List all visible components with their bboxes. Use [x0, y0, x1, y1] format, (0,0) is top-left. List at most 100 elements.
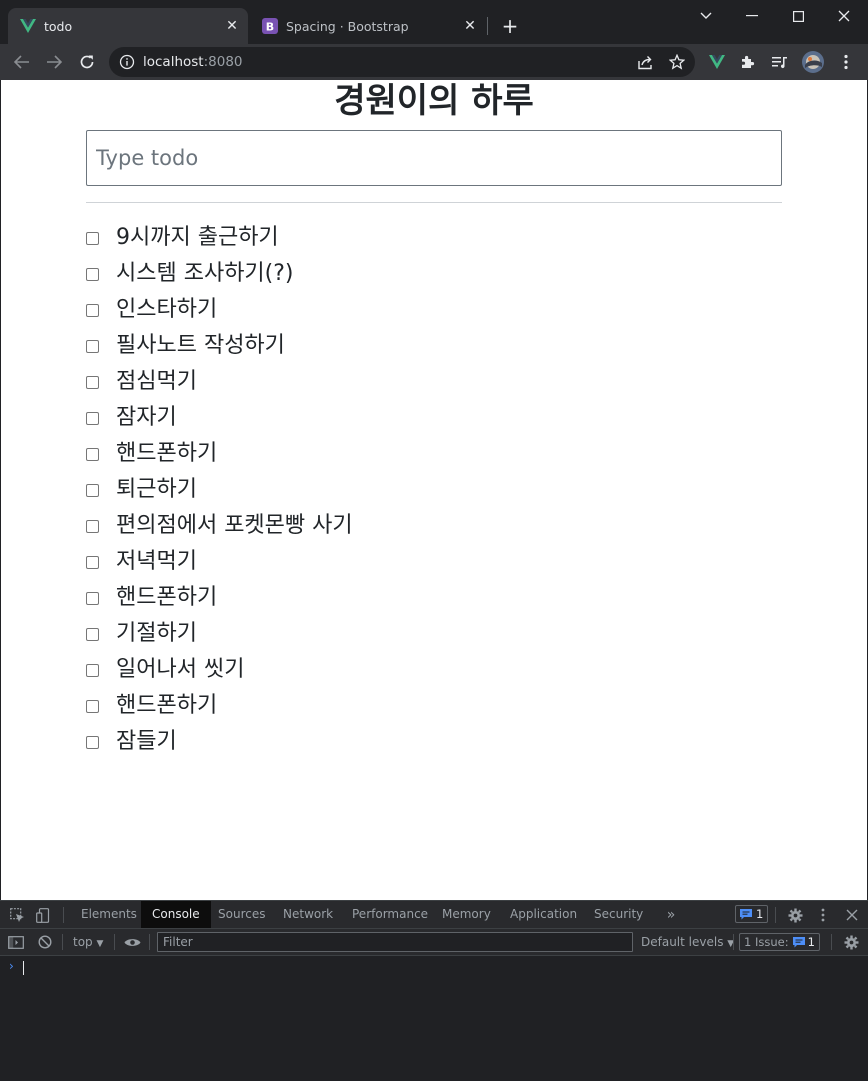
todo-item: 핸드폰하기: [86, 580, 353, 616]
todo-text: 편의점에서 포켓몬빵 사기: [116, 513, 353, 538]
todo-text: 필사노트 작성하기: [116, 333, 285, 358]
console-prompt-chevron-icon: ›: [9, 959, 14, 973]
console-output[interactable]: ›: [0, 956, 868, 1081]
url-host: localhost: [143, 54, 204, 70]
devtools-tab-console[interactable]: Console: [141, 901, 211, 928]
todo-checkbox[interactable]: [86, 411, 99, 425]
new-tab-button[interactable]: +: [498, 14, 522, 38]
todo-checkbox[interactable]: [86, 339, 99, 353]
todo-input[interactable]: [86, 130, 782, 186]
close-tab-icon[interactable]: ✕: [222, 16, 242, 36]
bootstrap-logo-icon: B: [262, 18, 278, 34]
toolbar-separator: [831, 934, 832, 950]
todo-checkbox[interactable]: [86, 231, 99, 245]
tab-title: Spacing · Bootstrap: [286, 18, 409, 34]
more-tabs-chevron-icon[interactable]: »: [662, 906, 680, 924]
todo-checkbox[interactable]: [86, 447, 99, 461]
live-expression-eye-icon[interactable]: [123, 933, 141, 951]
reading-list-icon[interactable]: [767, 49, 793, 75]
inspect-element-icon[interactable]: [8, 906, 26, 924]
tab-todo[interactable]: todo ✕: [8, 8, 248, 44]
vue-devtools-extension-icon[interactable]: [704, 49, 730, 75]
devtools-tab-application[interactable]: Application: [499, 901, 588, 928]
toolbar-separator: [149, 934, 150, 950]
todo-item: 인스타하기: [86, 292, 353, 328]
todo-checkbox[interactable]: [86, 267, 99, 281]
todo-text: 인스타하기: [116, 297, 218, 322]
bookmark-star-icon[interactable]: [664, 49, 690, 75]
toolbar-separator: [775, 907, 776, 923]
settings-gear-icon[interactable]: [786, 906, 804, 924]
devtools-tab-elements[interactable]: Elements: [70, 901, 148, 928]
tab-bootstrap[interactable]: B Spacing · Bootstrap ✕: [250, 8, 486, 44]
extensions-puzzle-icon[interactable]: [735, 49, 761, 75]
message-icon: [740, 908, 752, 919]
close-devtools-icon[interactable]: [843, 906, 861, 924]
todo-item: 저녁먹기: [86, 544, 353, 580]
divider: [86, 202, 782, 203]
todo-text: 퇴근하기: [116, 477, 197, 502]
todo-item: 기절하기: [86, 616, 353, 652]
todo-text: 일어나서 씻기: [116, 657, 245, 682]
devtools-tab-network[interactable]: Network: [272, 901, 344, 928]
todo-checkbox[interactable]: [86, 627, 99, 641]
todo-checkbox[interactable]: [86, 699, 99, 713]
messages-badge[interactable]: 1: [735, 905, 769, 923]
devtools-menu-icon[interactable]: [814, 906, 832, 924]
console-filter-input[interactable]: Filter: [157, 932, 633, 952]
issue-message-icon: [792, 936, 805, 947]
devtools-tab-sources[interactable]: Sources: [207, 901, 276, 928]
site-info-icon[interactable]: [119, 54, 135, 70]
todo-text: 기절하기: [116, 621, 197, 646]
close-tab-icon[interactable]: ✕: [460, 16, 480, 36]
profile-avatar[interactable]: [800, 49, 826, 75]
console-caret: [23, 961, 24, 975]
todo-text: 잠자기: [116, 405, 177, 430]
devtools-tab-performance[interactable]: Performance: [341, 901, 439, 928]
maximize-icon[interactable]: [778, 4, 818, 28]
todo-checkbox[interactable]: [86, 303, 99, 317]
page-title: 경원이의 하루: [334, 81, 534, 121]
devtools-tab-memory[interactable]: Memory: [431, 901, 502, 928]
devtools-tab-security[interactable]: Security: [583, 901, 654, 928]
todo-item: 점심먹기: [86, 364, 353, 400]
share-icon[interactable]: [632, 49, 658, 75]
todo-checkbox[interactable]: [86, 555, 99, 569]
address-bar[interactable]: localhost:8080: [109, 47, 695, 77]
context-label: top: [73, 935, 93, 949]
close-window-icon[interactable]: [824, 4, 864, 28]
todo-item: 필사노트 작성하기: [86, 328, 353, 364]
todo-checkbox[interactable]: [86, 519, 99, 533]
console-toolbar: top ▼ Filter Default levels ▼ 1 Issue: 1: [0, 929, 868, 956]
todo-text: 잠들기: [116, 729, 177, 754]
todo-item: 편의점에서 포켓몬빵 사기: [86, 508, 353, 544]
issues-count: 1: [807, 935, 815, 949]
todo-checkbox[interactable]: [86, 375, 99, 389]
todo-item: 시스템 조사하기(?): [86, 256, 353, 292]
todo-checkbox[interactable]: [86, 735, 99, 749]
forward-arrow-icon[interactable]: [41, 49, 67, 75]
back-arrow-icon[interactable]: [9, 49, 35, 75]
device-toolbar-icon[interactable]: [34, 906, 52, 924]
toolbar-separator: [63, 907, 64, 923]
toolbar-separator: [62, 934, 63, 950]
context-selector[interactable]: top ▼: [73, 935, 103, 949]
todo-item: 핸드폰하기: [86, 688, 353, 724]
issues-button[interactable]: 1 Issue: 1: [739, 933, 820, 951]
todo-checkbox[interactable]: [86, 663, 99, 677]
tab-separator: [487, 17, 488, 35]
todo-checkbox[interactable]: [86, 483, 99, 497]
console-settings-gear-icon[interactable]: [842, 933, 860, 951]
toolbar-separator: [114, 934, 115, 950]
devtools-panel: Elements Console Sources Network Perform…: [0, 900, 868, 1081]
clear-console-icon[interactable]: [36, 933, 54, 951]
todo-checkbox[interactable]: [86, 591, 99, 605]
reload-icon[interactable]: [74, 49, 100, 75]
menu-kebab-icon[interactable]: [833, 49, 859, 75]
minimize-icon[interactable]: [732, 4, 772, 28]
show-sidebar-icon[interactable]: [7, 933, 25, 951]
log-levels-dropdown[interactable]: Default levels ▼: [641, 935, 734, 949]
tab-search-chevron-icon[interactable]: [686, 4, 726, 28]
todo-text: 시스템 조사하기(?): [116, 261, 294, 286]
todo-text: 저녁먹기: [116, 549, 197, 574]
